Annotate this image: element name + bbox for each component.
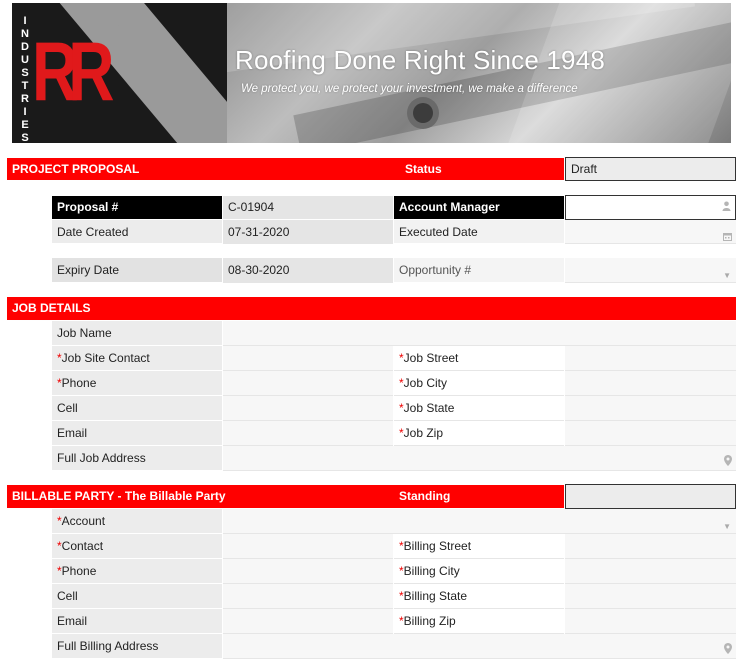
- billing-street-input[interactable]: [565, 534, 736, 559]
- full-job-address-label: Full Job Address: [52, 446, 222, 471]
- job-state-label: *Job State: [394, 396, 564, 421]
- billing-phone-label: *Phone: [52, 559, 222, 584]
- location-pin-icon: [724, 640, 732, 664]
- job-zip-label: *Job Zip: [394, 421, 564, 446]
- billing-street-label: *Billing Street: [394, 534, 564, 559]
- banner-subtagline: We protect you, we protect your investme…: [241, 83, 578, 95]
- status-field[interactable]: Draft: [565, 157, 736, 181]
- date-created-value: 07-31-2020: [223, 220, 393, 244]
- billing-city-input[interactable]: [565, 559, 736, 584]
- job-city-label: *Job City: [394, 371, 564, 396]
- header-banner: INDUSTRIES RR Roofing Done Right Since 1…: [12, 3, 731, 143]
- billing-cell-input[interactable]: [223, 584, 393, 609]
- job-site-contact-label: *Job Site Contact: [52, 346, 222, 371]
- standing-label: Standing: [399, 489, 451, 503]
- job-street-input[interactable]: [565, 346, 736, 371]
- job-state-input[interactable]: [565, 396, 736, 421]
- contact-input[interactable]: [223, 534, 393, 559]
- account-select[interactable]: ▼: [223, 509, 736, 534]
- billing-cell-label: Cell: [52, 584, 222, 609]
- billing-email-input[interactable]: [223, 609, 393, 634]
- contact-label: *Contact: [52, 534, 222, 559]
- project-proposal-header: PROJECT PROPOSAL Status: [7, 158, 564, 180]
- billing-state-input[interactable]: [565, 584, 736, 609]
- billing-city-label: *Billing City: [394, 559, 564, 584]
- billing-zip-input[interactable]: [565, 609, 736, 634]
- location-pin-icon: [724, 452, 732, 476]
- phone-label: *Phone: [52, 371, 222, 396]
- email-input[interactable]: [223, 421, 393, 446]
- calendar-icon[interactable]: [723, 227, 732, 251]
- executed-date-input[interactable]: [565, 220, 736, 244]
- billable-party-header: BILLABLE PARTY - The Billable Party Stan…: [7, 485, 564, 508]
- opportunity-label: Opportunity #: [394, 258, 564, 283]
- account-manager-input[interactable]: [565, 195, 736, 220]
- rivet-graphic: [413, 103, 433, 123]
- billing-state-label: *Billing State: [394, 584, 564, 609]
- job-zip-input[interactable]: [565, 421, 736, 446]
- phone-input[interactable]: [223, 371, 393, 396]
- billing-email-label: Email: [52, 609, 222, 634]
- banner-tagline: Roofing Done Right Since 1948: [235, 45, 606, 75]
- job-name-label: Job Name: [52, 321, 222, 346]
- account-label: *Account: [52, 509, 222, 534]
- job-street-label: *Job Street: [394, 346, 564, 371]
- proposal-number-value: C-01904: [223, 196, 393, 219]
- job-site-contact-input[interactable]: [223, 346, 393, 371]
- company-logo: INDUSTRIES RR: [12, 3, 227, 143]
- job-name-input[interactable]: [223, 321, 736, 346]
- person-icon: [722, 201, 731, 214]
- expiry-date-label: Expiry Date: [52, 258, 222, 283]
- date-created-label: Date Created: [52, 220, 222, 244]
- expiry-date-value: 08-30-2020: [223, 258, 393, 283]
- opportunity-select[interactable]: ▼: [565, 258, 736, 283]
- logo-letters: RR: [32, 25, 114, 119]
- job-details-header: JOB DETAILS: [7, 297, 736, 320]
- cell-input[interactable]: [223, 396, 393, 421]
- standing-field[interactable]: [565, 484, 736, 509]
- billing-phone-input[interactable]: [223, 559, 393, 584]
- email-label: Email: [52, 421, 222, 446]
- section-title: BILLABLE PARTY - The Billable Party: [12, 489, 226, 503]
- section-title: PROJECT PROPOSAL: [12, 162, 140, 176]
- proposal-number-label: Proposal #: [52, 196, 222, 219]
- full-job-address-input[interactable]: [223, 446, 736, 471]
- account-manager-label: Account Manager: [394, 196, 564, 219]
- job-city-input[interactable]: [565, 371, 736, 396]
- chevron-down-icon[interactable]: ▼: [723, 264, 731, 288]
- logo-vertical-text: INDUSTRIES: [21, 15, 29, 143]
- full-billing-address-input[interactable]: [223, 634, 736, 659]
- status-label: Status: [405, 162, 442, 176]
- executed-date-label: Executed Date: [394, 220, 564, 244]
- cell-label: Cell: [52, 396, 222, 421]
- billing-zip-label: *Billing Zip: [394, 609, 564, 634]
- full-billing-address-label: Full Billing Address: [52, 634, 222, 659]
